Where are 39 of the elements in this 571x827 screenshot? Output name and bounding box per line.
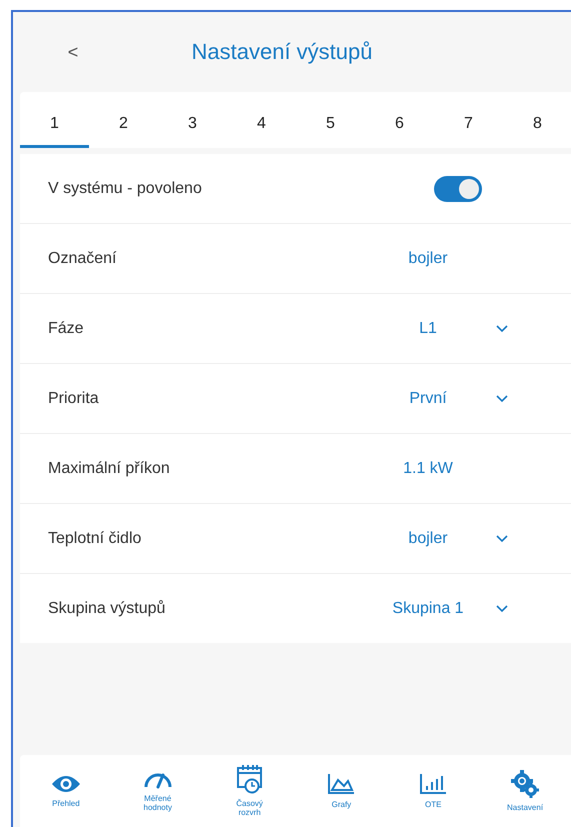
setting-label: Priorita	[48, 390, 100, 408]
dropdown-value[interactable]: První	[378, 390, 478, 408]
chevron-down-icon[interactable]	[496, 394, 508, 402]
nav-item[interactable]: Měřené hodnoty	[112, 769, 204, 813]
setting-label: Maximální příkon	[48, 460, 171, 478]
toggle-switch[interactable]	[434, 176, 482, 202]
nav-item[interactable]: Nastavení	[479, 770, 571, 812]
nav-item[interactable]: OTE	[387, 772, 480, 810]
dropdown-value[interactable]: Skupina 1	[378, 600, 478, 618]
eye-icon	[50, 774, 81, 794]
chevron-down-icon[interactable]	[496, 324, 508, 332]
nav-item[interactable]: Časový rozvrh	[204, 764, 296, 818]
area-chart-icon	[327, 772, 356, 795]
setting-label: Teplotní čidlo	[48, 530, 142, 548]
output-tab[interactable]: 1	[20, 108, 89, 148]
setting-value[interactable]: bojler	[378, 250, 478, 268]
setting-label: Skupina výstupů	[48, 600, 166, 618]
page-title: Nastavení výstupů	[190, 39, 374, 65]
setting-value[interactable]: 1.1 kW	[378, 460, 478, 478]
output-tab[interactable]: 7	[434, 108, 503, 148]
nav-item[interactable]: Přehled	[20, 774, 112, 808]
nav-item[interactable]: Grafy	[295, 772, 388, 810]
output-tab[interactable]: 5	[296, 108, 365, 148]
chevron-down-icon[interactable]	[496, 534, 508, 542]
dropdown-value[interactable]: bojler	[378, 530, 478, 548]
setting-label: Fáze	[48, 320, 85, 338]
setting-label: V systému - povoleno	[48, 180, 203, 198]
setting-label: Označení	[48, 250, 118, 268]
back-button[interactable]: <	[63, 42, 83, 62]
output-tab[interactable]: 3	[158, 108, 227, 148]
output-tab[interactable]: 4	[227, 108, 296, 148]
gears-icon	[511, 770, 540, 798]
dropdown-value[interactable]: L1	[378, 320, 478, 338]
bar-chart-icon	[419, 772, 448, 795]
chevron-down-icon[interactable]	[496, 604, 508, 612]
output-tab[interactable]: 2	[89, 108, 158, 148]
calendar-clock-icon	[236, 764, 264, 794]
output-tab[interactable]: 6	[365, 108, 434, 148]
output-tab[interactable]: 8	[503, 108, 571, 148]
